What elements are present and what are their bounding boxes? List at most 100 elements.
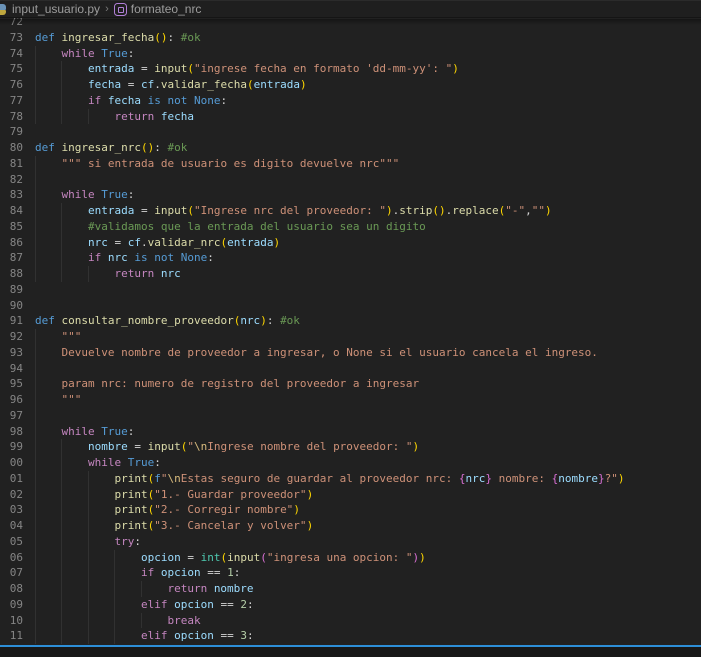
code-line[interactable]: 92 """: [0, 329, 701, 345]
code-line[interactable]: 77 if fecha is not None:: [0, 93, 701, 109]
code-line[interactable]: 10 break: [0, 613, 701, 629]
indent-whitespace: [35, 614, 167, 627]
code-line[interactable]: 88 return nrc: [0, 266, 701, 282]
code-line[interactable]: 09 elif opcion == 2:: [0, 597, 701, 613]
code-token: entrada: [227, 236, 273, 249]
code-line[interactable]: 75 entrada = input("ingrese fecha en for…: [0, 61, 701, 77]
indent-guide: [114, 550, 115, 566]
indent-guide: [35, 329, 36, 345]
code-line[interactable]: 07 if opcion == 1:: [0, 565, 701, 581]
indent-guide: [35, 187, 36, 203]
code-line-content: return nombre: [35, 581, 701, 597]
code-token: """: [62, 393, 82, 406]
code-token: ): [386, 204, 393, 217]
line-number: 03: [0, 502, 23, 518]
code-line-content: print("3.- Cancelar y volver"): [35, 518, 701, 534]
code-token: input: [154, 62, 187, 75]
code-line-content: [35, 298, 701, 314]
code-token: =: [121, 78, 141, 91]
code-token: :: [234, 566, 241, 579]
code-line[interactable]: 99 nombre = input("\nIngrese nombre del …: [0, 439, 701, 455]
indent-guide: [35, 266, 36, 282]
code-line[interactable]: 78 return fecha: [0, 109, 701, 125]
code-token: "3.- Cancelar y volver": [154, 519, 306, 532]
code-token: break: [167, 614, 200, 627]
code-line[interactable]: 98 while True:: [0, 424, 701, 440]
code-token: is not None: [141, 94, 220, 107]
indent-guide: [114, 628, 115, 644]
code-line[interactable]: 73def ingresar_fecha(): #ok: [0, 30, 701, 46]
code-token: def: [35, 31, 62, 44]
code-line[interactable]: 03 print("2.- Corregir nombre"): [0, 502, 701, 518]
line-number: 78: [0, 109, 23, 125]
code-line[interactable]: 05 try:: [0, 534, 701, 550]
code-line[interactable]: 04 print("3.- Cancelar y volver"): [0, 518, 701, 534]
code-line[interactable]: 02 print("1.- Guardar proveedor"): [0, 487, 701, 503]
code-line[interactable]: 82: [0, 172, 701, 188]
code-line[interactable]: 90: [0, 298, 701, 314]
code-line[interactable]: 96 """: [0, 392, 701, 408]
code-token: while: [62, 425, 102, 438]
indent-guide: [61, 613, 62, 629]
code-line[interactable]: 74 while True:: [0, 46, 701, 62]
breadcrumb-file[interactable]: input_usuario.py: [12, 2, 100, 16]
code-token: 3: [240, 629, 247, 642]
code-token: nrc: [108, 251, 128, 264]
code-line-content: [35, 124, 701, 140]
code-token: #validamos que la entrada del usuario se…: [88, 220, 426, 233]
code-line[interactable]: 00 while True:: [0, 455, 701, 471]
indent-guide: [61, 61, 62, 77]
code-line-content: nrc = cf.validar_nrc(entrada): [35, 235, 701, 251]
code-line[interactable]: 83 while True:: [0, 187, 701, 203]
indent-guide: [35, 61, 36, 77]
panel-resize-sash[interactable]: [0, 645, 701, 647]
code-line[interactable]: 97: [0, 408, 701, 424]
code-line[interactable]: 87 if nrc is not None:: [0, 250, 701, 266]
code-token: opcion: [174, 598, 214, 611]
code-token: fecha: [108, 94, 141, 107]
code-line-content: entrada = input("Ingrese nrc del proveed…: [35, 203, 701, 219]
indent-guide: [35, 361, 36, 377]
code-token: print: [114, 472, 147, 485]
bottom-strip: [0, 647, 701, 657]
code-token: nombre: [214, 582, 254, 595]
code-token: consultar_nombre_proveedor: [62, 314, 234, 327]
line-number: 72: [0, 18, 23, 30]
line-number: 80: [0, 140, 23, 156]
code-line[interactable]: 86 nrc = cf.validar_nrc(entrada): [0, 235, 701, 251]
line-number: 85: [0, 219, 23, 235]
code-line[interactable]: 93 Devuelve nombre de proveedor a ingres…: [0, 345, 701, 361]
code-line[interactable]: 80def ingresar_nrc(): #ok: [0, 140, 701, 156]
code-line[interactable]: 81 """ si entrada de usuario es digito d…: [0, 156, 701, 172]
code-line[interactable]: 08 return nombre: [0, 581, 701, 597]
line-number: 04: [0, 518, 23, 534]
indent-guide: [61, 471, 62, 487]
code-editor[interactable]: 7273def ingresar_fecha(): #ok74 while Tr…: [0, 18, 701, 645]
code-line[interactable]: 11 elif opcion == 3:: [0, 628, 701, 644]
code-token: ): [413, 440, 420, 453]
code-line[interactable]: 89: [0, 282, 701, 298]
code-token: Ingrese nombre del proveedor: ": [207, 440, 412, 453]
code-line[interactable]: 79: [0, 124, 701, 140]
code-line[interactable]: 94: [0, 361, 701, 377]
code-token: True: [128, 456, 155, 469]
line-number: 74: [0, 46, 23, 62]
indent-guide: [88, 487, 89, 503]
code-line[interactable]: 84 entrada = input("Ingrese nrc del prov…: [0, 203, 701, 219]
line-number: 82: [0, 172, 23, 188]
code-line[interactable]: 72: [0, 18, 701, 30]
code-token: cf: [128, 236, 141, 249]
code-line-content: #validamos que la entrada del usuario se…: [35, 219, 701, 235]
indent-guide: [35, 518, 36, 534]
code-line[interactable]: 95 param nrc: numero de registro del pro…: [0, 376, 701, 392]
indent-guide: [35, 77, 36, 93]
code-line[interactable]: 91def consultar_nombre_proveedor(nrc): #…: [0, 313, 701, 329]
code-line[interactable]: 76 fecha = cf.validar_fecha(entrada): [0, 77, 701, 93]
breadcrumb-symbol[interactable]: formateo_nrc: [131, 2, 202, 16]
code-line[interactable]: 06 opcion = int(input("ingresa una opcio…: [0, 550, 701, 566]
code-line[interactable]: 85 #validamos que la entrada del usuario…: [0, 219, 701, 235]
code-token: :: [220, 94, 227, 107]
indent-guide: [61, 235, 62, 251]
code-line[interactable]: 01 print(f"\nEstas seguro de guardar al …: [0, 471, 701, 487]
line-number: 84: [0, 203, 23, 219]
